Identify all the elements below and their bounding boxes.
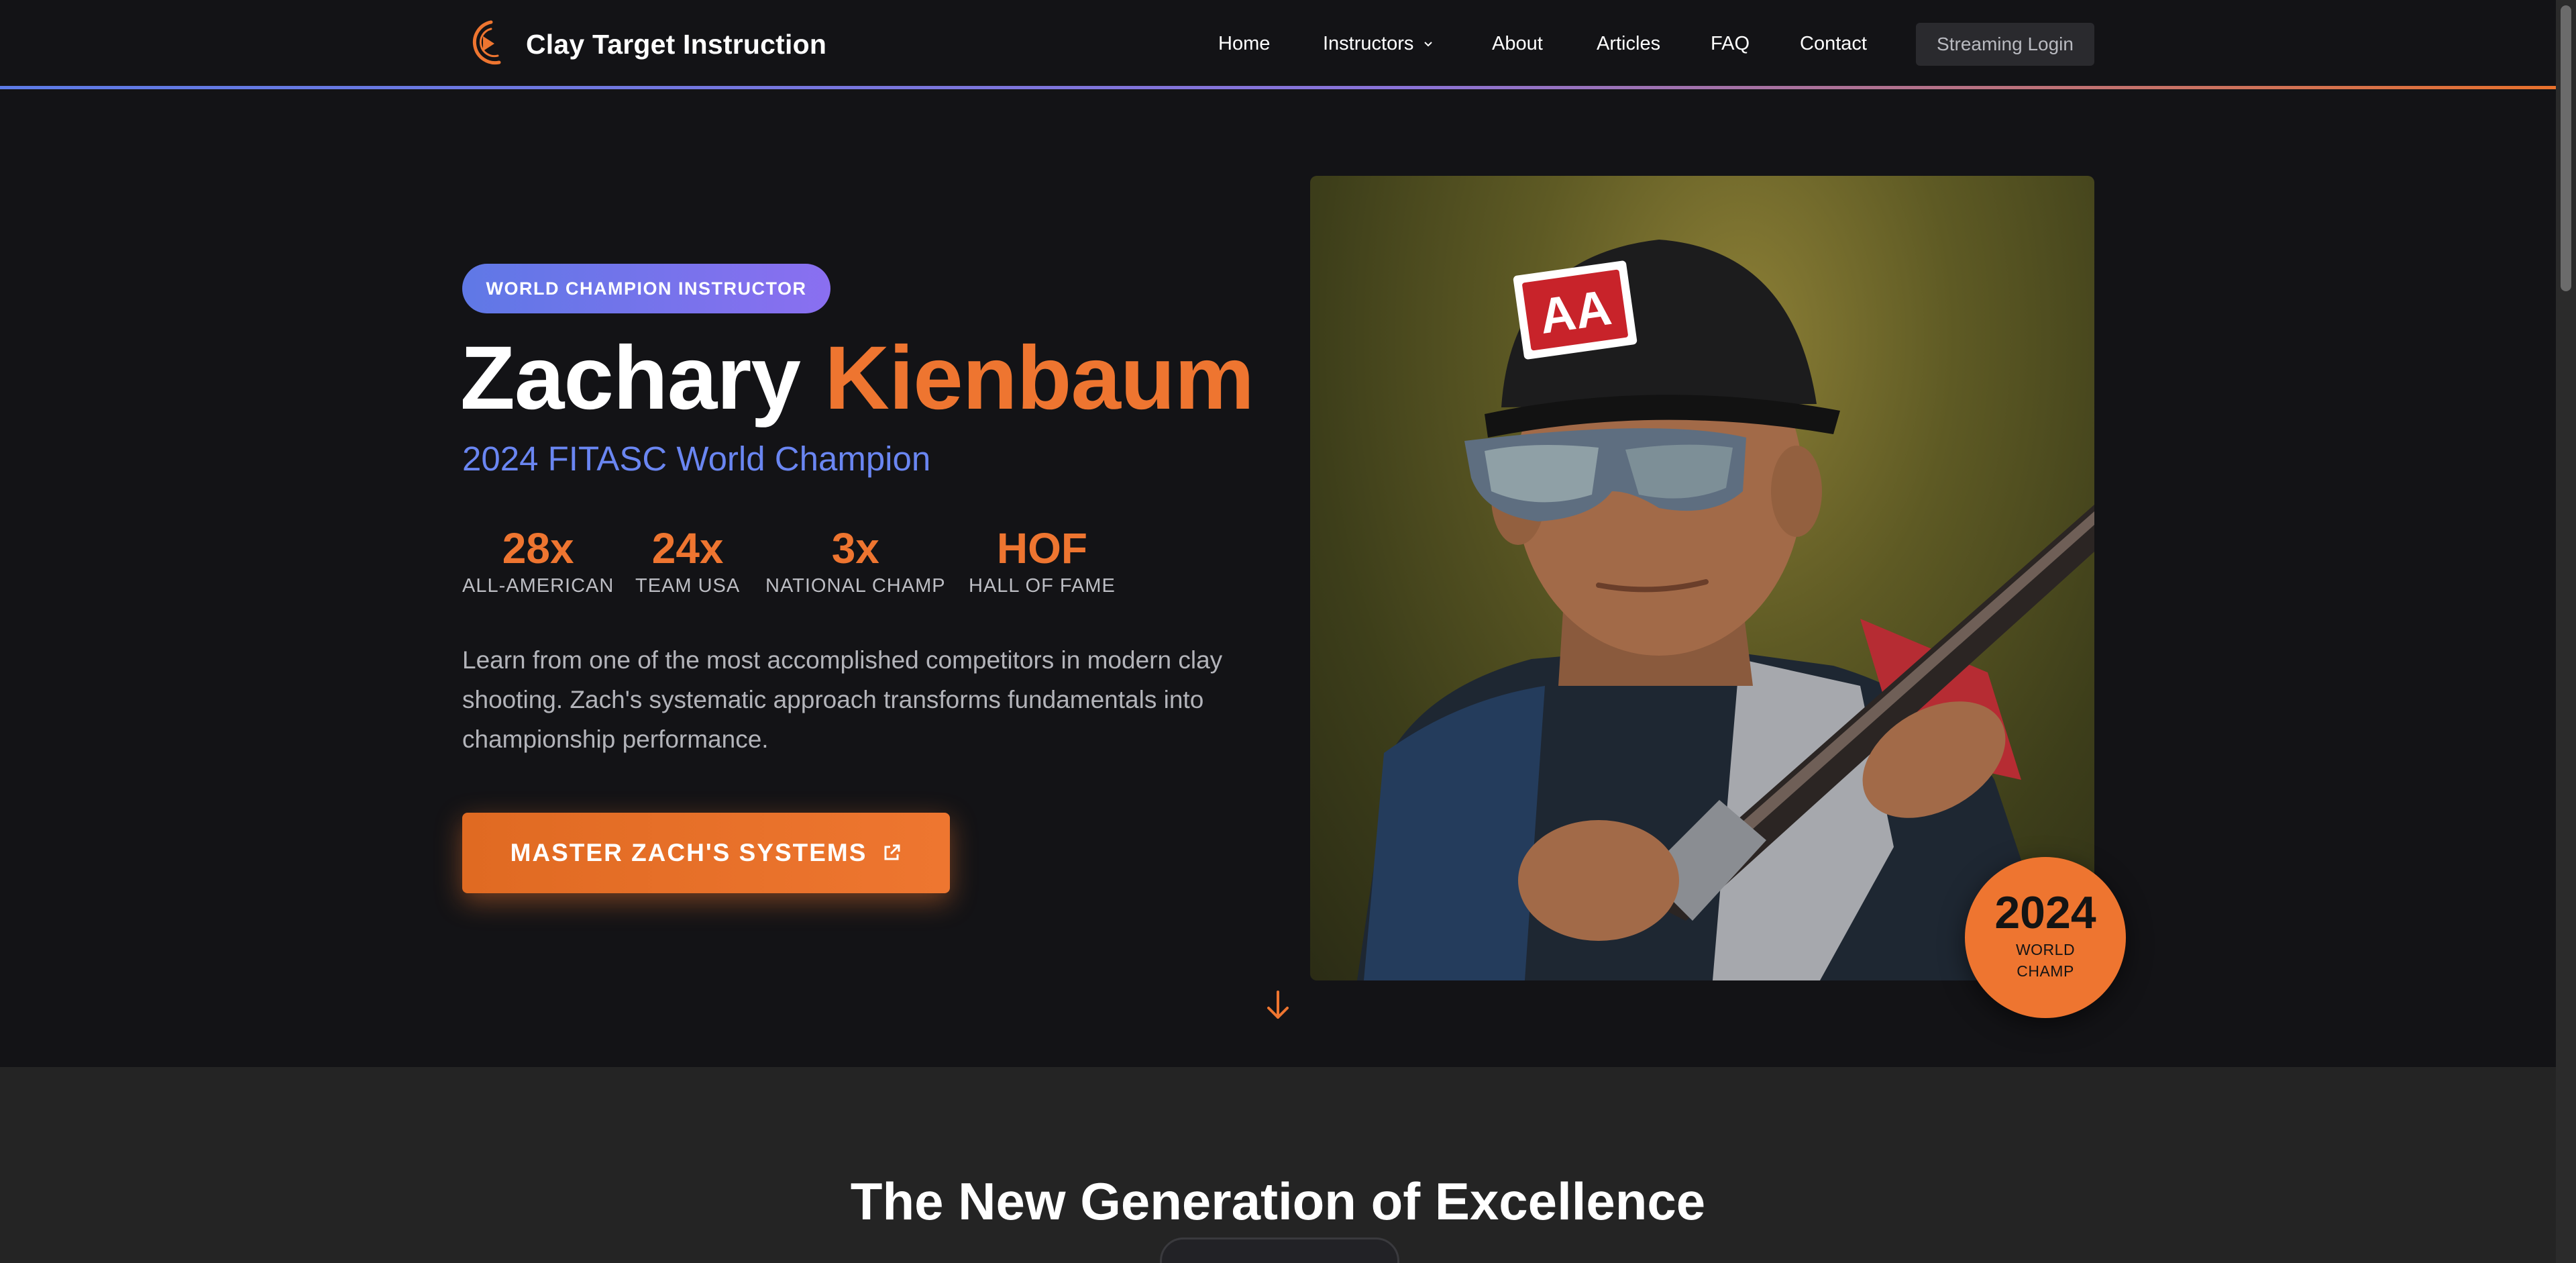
cta-label: MASTER ZACH'S SYSTEMS: [510, 839, 867, 866]
nav-links: Home Instructors About Articles FAQ Cont…: [0, 27, 2556, 60]
stat-value: 24x: [651, 524, 724, 572]
scrollbar-thumb[interactable]: [2561, 5, 2571, 291]
stat-label: TEAM USA: [635, 575, 741, 597]
stat-label: ALL-AMERICAN: [462, 575, 614, 597]
section-title: The New Generation of Excellence: [850, 1172, 1706, 1231]
world-champ-badge: 2024 WORLD CHAMP: [1965, 857, 2126, 1018]
arrow-down-icon[interactable]: [1265, 989, 1291, 1021]
page-scrollbar[interactable]: [2556, 0, 2576, 1263]
stat-value: 3x: [831, 524, 879, 572]
nav-link-instructors[interactable]: Instructors: [1323, 27, 1434, 60]
stat-value: HOF: [996, 524, 1087, 572]
instructor-photo: AA: [1310, 176, 2094, 980]
instructor-title: 2024 FITASC World Champion: [462, 440, 931, 478]
nav-link-contact[interactable]: Contact: [1800, 27, 1867, 60]
excellence-section: The New Generation of Excellence: [0, 1067, 2556, 1263]
stat-label: NATIONAL CHAMP: [765, 575, 946, 597]
hero-section: [0, 89, 2556, 1067]
stat-national-champ: 3x NATIONAL CHAMP: [765, 523, 946, 599]
nav-link-instructors-label: Instructors: [1323, 33, 1414, 54]
instructor-photo-illustration: AA: [1357, 240, 2094, 980]
top-navigation: Clay Target Instruction Home Instructors…: [0, 0, 2556, 89]
external-link-icon: [884, 844, 900, 860]
page: Clay Target Instruction Home Instructors…: [0, 0, 2556, 1263]
hero-description: Learn from one of the most accomplished …: [462, 646, 1223, 753]
streaming-login-button[interactable]: Streaming Login: [1916, 23, 2094, 66]
stat-label: HALL OF FAME: [969, 575, 1116, 597]
nav-link-faq[interactable]: FAQ: [1711, 27, 1750, 60]
stat-all-american: 28x ALL-AMERICAN: [462, 523, 614, 599]
nav-link-articles[interactable]: Articles: [1597, 27, 1660, 60]
instructor-name: Zachary Kienbaum: [460, 321, 1254, 436]
nav-link-about[interactable]: About: [1492, 27, 1543, 60]
icon-toolbar: [1160, 1237, 1399, 1263]
instructor-last-name: Kienbaum: [824, 328, 1254, 428]
champ-badge-label: WORLD CHAMP: [2015, 941, 2076, 980]
instructor-first-name: Zachary: [460, 328, 801, 428]
nav-link-home[interactable]: Home: [1218, 27, 1270, 60]
champ-badge-year: 2024: [1994, 887, 2096, 938]
stat-value: 28x: [502, 524, 574, 572]
hero-badge: WORLD CHAMPION INSTRUCTOR: [462, 264, 830, 313]
chevron-down-icon: [1424, 42, 1433, 47]
stat-hall-of-fame: HOF HALL OF FAME: [969, 523, 1116, 599]
stat-team-usa: 24x TEAM USA: [635, 523, 740, 599]
master-systems-button[interactable]: MASTER ZACH'S SYSTEMS: [462, 813, 950, 893]
cap-logo-text: AA: [1536, 279, 1615, 344]
